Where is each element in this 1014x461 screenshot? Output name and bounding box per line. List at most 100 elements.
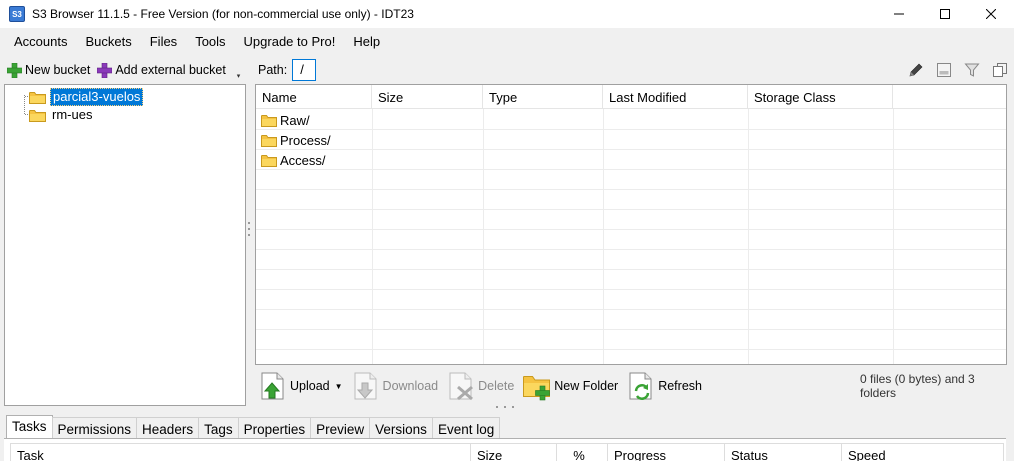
filter-icon (964, 63, 980, 77)
column-header-storage-class[interactable]: Storage Class (748, 85, 893, 109)
file-name: Process/ (280, 132, 331, 148)
close-button[interactable] (968, 0, 1014, 28)
file-actions-toolbar: Upload ▼ Download Delete New Folder Refr… (258, 367, 710, 405)
column-header-size[interactable]: Size (471, 444, 557, 461)
menu-upgrade[interactable]: Upgrade to Pro! (235, 31, 345, 53)
folder-icon (261, 114, 277, 127)
upload-button[interactable]: Upload ▼ (258, 371, 343, 401)
upload-icon (261, 372, 284, 400)
app-icon: S3 (9, 6, 25, 22)
path-bar: Path: / (258, 58, 317, 82)
table-row[interactable]: Raw/ (256, 110, 1006, 130)
chevron-down-icon[interactable]: ▼ (335, 382, 343, 391)
column-header-task[interactable]: Task (11, 444, 471, 461)
green-plus-icon (7, 62, 22, 78)
column-header-type[interactable]: Type (483, 85, 603, 109)
new-folder-button[interactable]: New Folder (522, 371, 618, 401)
column-header-last-modified[interactable]: Last Modified (603, 85, 748, 109)
path-input[interactable]: / (292, 59, 317, 81)
menu-accounts[interactable]: Accounts (0, 31, 76, 53)
new-bucket-button[interactable]: New bucket (7, 62, 91, 78)
column-header-name[interactable]: Name (256, 85, 372, 109)
tree-item-label: rm-ues (52, 107, 93, 122)
tab-permissions[interactable]: Permissions (51, 417, 138, 440)
column-header-progress[interactable]: Progress (608, 444, 725, 461)
tree-item-label: parcial3-vuelos (50, 88, 144, 106)
empty-row (256, 230, 1006, 250)
column-header-status[interactable]: Status (725, 444, 842, 461)
bucket-tree[interactable]: parcial3-vuelos rm-ues (4, 84, 246, 406)
minimize-icon (894, 13, 904, 15)
new-folder-label: New Folder (554, 379, 619, 393)
refresh-label: Refresh (658, 379, 702, 393)
tab-tags[interactable]: Tags (198, 417, 239, 440)
menu-tools[interactable]: Tools (186, 31, 234, 53)
filter-button[interactable] (958, 60, 986, 80)
tab-tasks[interactable]: Tasks (6, 415, 53, 440)
new-folder-icon (523, 376, 551, 401)
horizontal-splitter[interactable] (493, 406, 517, 408)
menu-files[interactable]: Files (141, 31, 186, 53)
file-list[interactable]: Name Size Type Last Modified Storage Cla… (255, 84, 1007, 365)
column-header-speed[interactable]: Speed (842, 444, 1002, 461)
title-bar: S3 S3 Browser 11.1.5 - Free Version (for… (0, 0, 1014, 28)
preview-pane-icon (937, 63, 951, 77)
empty-row (256, 310, 1006, 330)
minimize-button[interactable] (876, 0, 922, 28)
menu-help[interactable]: Help (344, 31, 389, 53)
folder-icon (29, 109, 46, 122)
column-header-percent[interactable]: % (557, 444, 608, 461)
copy-button[interactable] (986, 60, 1014, 80)
new-bucket-label: New bucket (25, 63, 91, 77)
empty-row (256, 350, 1006, 364)
maximize-button[interactable] (922, 0, 968, 28)
tab-preview[interactable]: Preview (310, 417, 371, 440)
preview-pane-button[interactable] (930, 60, 958, 80)
empty-row (256, 330, 1006, 350)
window-title: S3 Browser 11.1.5 - Free Version (for no… (32, 7, 414, 21)
purple-plus-icon (97, 62, 113, 78)
table-row[interactable]: Process/ (256, 130, 1006, 150)
tab-properties[interactable]: Properties (237, 417, 312, 440)
files-summary: 0 files (0 bytes) and 3 folders (860, 372, 975, 400)
tree-item-parcial3-vuelos[interactable]: parcial3-vuelos (29, 88, 144, 106)
refresh-button[interactable]: Refresh (626, 371, 702, 401)
delete-button[interactable]: Delete (446, 371, 514, 401)
tasks-panel: Task Size % Progress Status Speed (4, 438, 1006, 461)
vertical-splitter[interactable] (248, 218, 252, 240)
tab-event-log[interactable]: Event log (431, 417, 501, 440)
maximize-icon (940, 9, 950, 19)
download-label: Download (382, 379, 439, 393)
edit-button[interactable] (902, 60, 930, 80)
menu-bar: Accounts Buckets Files Tools Upgrade to … (0, 30, 1014, 54)
table-row[interactable]: Access/ (256, 150, 1006, 170)
bucket-toolbar: New bucket Add external bucket ▾ (0, 58, 246, 82)
add-external-bucket-label: Add external bucket (115, 63, 226, 77)
folder-icon (261, 154, 277, 167)
empty-row (256, 270, 1006, 290)
tab-headers[interactable]: Headers (136, 417, 200, 440)
add-external-bucket-button[interactable]: Add external bucket (97, 62, 226, 78)
tasks-table-header: Task Size % Progress Status Speed (10, 443, 1004, 461)
tab-versions[interactable]: Versions (369, 417, 433, 440)
download-button[interactable]: Download (351, 371, 439, 401)
toolbar-overflow-arrow[interactable]: ▾ (234, 72, 243, 81)
menu-buckets[interactable]: Buckets (76, 31, 140, 53)
empty-row (256, 250, 1006, 270)
file-name: Raw/ (280, 112, 310, 128)
delete-label: Delete (478, 379, 515, 393)
empty-row (256, 290, 1006, 310)
empty-row (256, 170, 1006, 190)
empty-row (256, 210, 1006, 230)
view-tools (902, 60, 1014, 80)
tree-item-rm-ues[interactable]: rm-ues (29, 106, 94, 124)
pencil-icon (909, 63, 923, 77)
tree-connector (24, 95, 25, 114)
file-name: Access/ (280, 152, 326, 168)
folder-icon (261, 134, 277, 147)
file-list-header: Name Size Type Last Modified Storage Cla… (256, 85, 1006, 109)
column-header-size[interactable]: Size (372, 85, 483, 109)
path-label: Path: (258, 63, 288, 77)
delete-icon (449, 372, 474, 401)
bottom-tabs: Tasks Permissions Headers Tags Propertie… (6, 415, 501, 440)
